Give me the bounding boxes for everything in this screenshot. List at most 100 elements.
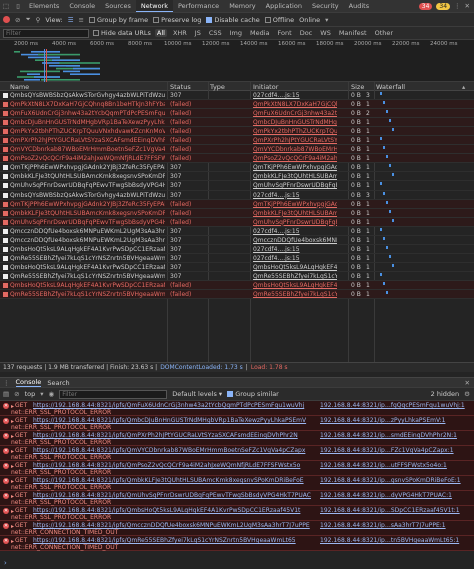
list-view-icon[interactable]: ☰ xyxy=(68,16,74,24)
console-error-message[interactable]: ✕ ▸ GET https://192.168.8.44:8321/ipfs/Qmcc… xyxy=(0,521,474,536)
request-row[interactable]: QmPXrPh2hJPtYGUCRaLVtSYzaSXCAFsmdEEinqDV… xyxy=(0,136,474,146)
request-initiator[interactable]: 027cdf4....js:15 xyxy=(253,255,337,262)
request-row[interactable]: QmbkKLFJe3tQUhtHLSUBAmcKmk8xegsnvSPoKmDR… xyxy=(0,208,474,218)
offline-checkbox[interactable]: Offline xyxy=(264,16,294,24)
request-row[interactable]: QmRe55SEBhZfyei7kLqS1cYrNSZnrtn5BVHgeaaW… xyxy=(0,272,474,281)
request-url[interactable]: https://192.168.8.44:8321/ipfs/QmPXrPh2h… xyxy=(33,432,318,439)
group-by-frame-checkbox[interactable]: Group by frame xyxy=(88,16,148,24)
request-row[interactable]: QmbsQYsBWBSbzQsAkwSTorGvhgy4azbWLPiTdWzu… xyxy=(0,191,474,200)
request-row[interactable]: QmccznDDQfUe4boxsk6MNPuEWKmL2UgM3sAa3hrT… xyxy=(0,236,474,245)
request-initiator[interactable]: QmbkKLFJe3tQUhtHLSUBAmc... xyxy=(253,210,337,217)
network-overview-timeline[interactable]: 2000 ms 4000 ms 6000 ms 8000 ms 10000 ms… xyxy=(0,40,474,82)
clear-icon[interactable]: ⊘ xyxy=(15,16,20,24)
request-initiator[interactable]: QmTKjPPh6EwWPxhvpgjGAdn... xyxy=(253,164,337,171)
request-row[interactable]: QmVYCDbnrkab87WBoEMrHmmBoetnSeFZc1VgVa4p… xyxy=(0,145,474,155)
filter-type-media[interactable]: Media xyxy=(248,29,272,37)
console-error-message[interactable]: ✕ ▸ GET https://192.168.8.44:8321/ipfs/QmPX… xyxy=(0,431,474,446)
request-url[interactable]: https://192.168.8.44:8321/ipfs/QmbcDJuBn… xyxy=(33,417,318,424)
error-count-badge[interactable]: 34 xyxy=(418,2,433,10)
request-initiator[interactable]: 027cdf4....js:15 xyxy=(253,192,337,199)
request-initiator[interactable]: QmbkKLFJe3tQUhtHLSUBAmc... xyxy=(253,173,337,180)
request-url[interactable]: https://192.168.8.44:8321/ipfs/QmVYCDbnr… xyxy=(33,447,318,454)
console-error-message[interactable]: ✕ ▸ GET https://192.168.8.44:8321/ipfs/Qmbk… xyxy=(0,476,474,491)
console-error-message[interactable]: ✕ ▸ GET https://192.168.8.44:8321/ipfs/QmPs… xyxy=(0,461,474,476)
tab-network[interactable]: Network xyxy=(135,0,173,12)
request-row[interactable]: QmTKjPPh6EwWPxhvpgjGAdnk2YJBj3ZfeRc35FyE… xyxy=(0,163,474,173)
source-link[interactable]: 192.168.8.44:8321/ip…zPyyLhkaPSEmV:1 xyxy=(320,417,468,424)
request-url[interactable]: https://192.168.8.44:8321/ipfs/QmFuX6Udn… xyxy=(33,402,318,409)
request-initiator[interactable]: QmUhvSqPFnrDswrUDBqFqPE... xyxy=(253,219,337,226)
request-url[interactable]: https://192.168.8.44:8321/ipfs/QmUhvSqPF… xyxy=(33,492,318,499)
request-row[interactable]: QmTKjPPh6EwWPxhvpgjGAdnk2YJBj3ZfeRc35FyE… xyxy=(0,199,474,209)
request-row[interactable]: QmRe55SEBhZfyei7kLqS1cYrNSZnrtn5BVHgeaaW… xyxy=(0,290,474,300)
tab-security[interactable]: Security xyxy=(307,0,344,12)
source-link[interactable]: 192.168.8.44:8321/ip…dyVPG4HkT7PUAC:1 xyxy=(320,492,468,499)
request-initiator[interactable]: 027cdf4....js:15 xyxy=(253,246,337,253)
request-initiator[interactable]: QmPkXtN8LX7DxKaH7GjCQhnq... xyxy=(253,101,337,108)
search-icon[interactable]: ⚲ xyxy=(36,16,41,24)
console-prompt[interactable]: › xyxy=(0,556,474,569)
request-list[interactable]: QmbsQYsBWBSbzQsAkwSTorGvhgy4azbWLPiTdWzu… xyxy=(0,91,474,362)
request-initiator[interactable]: QmVYCDbnrkab87WBoEMrHmmB... xyxy=(253,146,337,153)
hide-data-urls-checkbox[interactable]: Hide data URLs xyxy=(93,29,151,37)
filter-type-manifest[interactable]: Manifest xyxy=(337,29,369,37)
request-initiator[interactable]: 027cdf4....js:15 xyxy=(253,228,337,235)
more-options-icon[interactable]: ⋮ xyxy=(454,2,461,10)
warning-count-badge[interactable]: 34 xyxy=(436,2,451,10)
record-icon[interactable] xyxy=(3,16,10,23)
source-link[interactable]: 192.168.8.44:8321/ip…FZc1VgVa4pCZapx:1 xyxy=(320,447,468,454)
disable-cache-checkbox[interactable]: Disable cache xyxy=(206,16,260,24)
inspect-element-icon[interactable]: ⬚ xyxy=(0,2,12,10)
source-link[interactable]: 192.168.8.44:8321/ip…tn5BVHgeaaWmLt65:1 xyxy=(320,537,468,544)
source-link[interactable]: 192.168.8.44:8321/ip…sAa3hrT7J7uPPE:1 xyxy=(320,522,468,529)
preserve-log-checkbox[interactable]: Preserve log xyxy=(153,16,201,24)
request-row[interactable]: QmPkYx2tbhPThZUCKrpTQuuVNxhdvawKZcnKnMoV… xyxy=(0,127,474,137)
source-link[interactable]: 192.168.8.44:8321/ip…gsnvSPoKmDRiBeFoE:1 xyxy=(320,477,468,484)
eye-icon[interactable]: ◉ xyxy=(49,390,55,398)
console-error-message[interactable]: ✕ ▸ GET https://192.168.8.44:8321/ipfs/QmFu… xyxy=(0,401,474,416)
request-row[interactable]: QmRe55SEBhZfyei7kLqS1cYrNSZnrtn5BVHgeaaW… xyxy=(0,254,474,263)
waterfall-view-icon[interactable]: ≡ xyxy=(79,16,84,24)
tab-audits[interactable]: Audits xyxy=(344,0,374,12)
request-row[interactable]: QmPkXtN8LX7DxKaH7GjCQhnq8Bn1beHTkJn3hFYb… xyxy=(0,100,474,110)
column-type[interactable]: Type xyxy=(210,83,225,91)
drawer-tab-console[interactable]: Console xyxy=(15,378,42,387)
request-initiator[interactable]: QmbcDJuBnHnGUSTrNdMHgbVR... xyxy=(253,119,337,126)
request-row[interactable]: QmFuX6UdnCrGj3nhw43a2tYcbQqmPTdPcPESmFqu… xyxy=(0,109,474,119)
request-row[interactable]: QmbsHoQt5ksL9ALqHgkEF4A1KvrPwSDpCC1ERzaa… xyxy=(0,245,474,254)
request-row[interactable]: QmbsHoQt5ksL9ALqHgkEF4A1KvrPwSDpCC1ERzaa… xyxy=(0,280,474,291)
filter-type-xhr[interactable]: XHR xyxy=(171,29,189,37)
filter-type-all[interactable]: All xyxy=(154,29,167,37)
sidebar-toggle-icon[interactable]: ▤ xyxy=(3,390,9,398)
request-row[interactable]: QmbsQYsBWBSbzQsAkwSTorGvhgy4azbWLPiTdWzu… xyxy=(0,91,474,101)
filter-type-ws[interactable]: WS xyxy=(318,29,333,37)
request-url[interactable]: https://192.168.8.44:8321/ipfs/QmPsoZ2vQ… xyxy=(33,462,318,469)
source-link[interactable]: 192.168.8.44:8321/ip…SDpCC1ERzaaf45V1t:1 xyxy=(320,507,468,514)
request-row[interactable]: QmbsHoQt5ksL9ALqHgkEF4A1KvrPwSDpCC1ERzaa… xyxy=(0,263,474,272)
filter-type-img[interactable]: Img xyxy=(228,29,244,37)
column-waterfall[interactable]: Waterfall xyxy=(376,83,405,91)
request-initiator[interactable]: QmUhvSqPFnrDswrUDBqFqPE... xyxy=(253,182,337,189)
request-initiator[interactable]: 027cdf4....js:15 xyxy=(253,92,337,99)
request-url[interactable]: https://192.168.8.44:8321/ipfs/QmRe55SEB… xyxy=(33,537,318,544)
column-size[interactable]: Size xyxy=(351,83,364,91)
column-initiator[interactable]: Initiator xyxy=(253,83,278,91)
device-toolbar-icon[interactable]: ▯ xyxy=(12,2,24,10)
console-error-message[interactable]: ✕ ▸ GET https://192.168.8.44:8321/ipfs/QmRe… xyxy=(0,536,474,551)
drawer-menu-icon[interactable]: ⋮ xyxy=(3,379,10,387)
filter-type-js[interactable]: JS xyxy=(193,29,203,37)
request-initiator[interactable]: QmPkYx2tbhPThZUCKrpTQuuV... xyxy=(253,128,337,135)
tab-application[interactable]: Application xyxy=(261,0,307,12)
filter-type-doc[interactable]: Doc xyxy=(298,29,315,37)
request-initiator[interactable]: QmccznDDQfUe4boxsk6MNPu... xyxy=(253,237,337,244)
column-name[interactable]: Name xyxy=(10,83,29,91)
source-link[interactable]: 192.168.8.44:8321/ip…smdEEinqDVhPhr2N:1 xyxy=(320,432,468,439)
column-status[interactable]: Status xyxy=(170,83,191,91)
tab-sources[interactable]: Sources xyxy=(100,0,136,12)
console-settings-icon[interactable]: ⚙ xyxy=(464,390,474,398)
request-row[interactable]: QmPsoZ2vQcQCrF9a4iM2ahJxeWQmNfjRLdE7FFSF… xyxy=(0,154,474,164)
console-filter-input[interactable] xyxy=(59,389,168,399)
console-error-message[interactable]: ✕ ▸ GET https://192.168.8.44:8321/ipfs/Qmbs… xyxy=(0,506,474,521)
request-initiator[interactable]: QmTKjPPh6EwWPxhvpgjGAdn... xyxy=(253,201,337,208)
request-row[interactable]: QmbkKLFJe3tQUhtHLSUBAmcKmk8xegsnvSPoKmDR… xyxy=(0,172,474,182)
